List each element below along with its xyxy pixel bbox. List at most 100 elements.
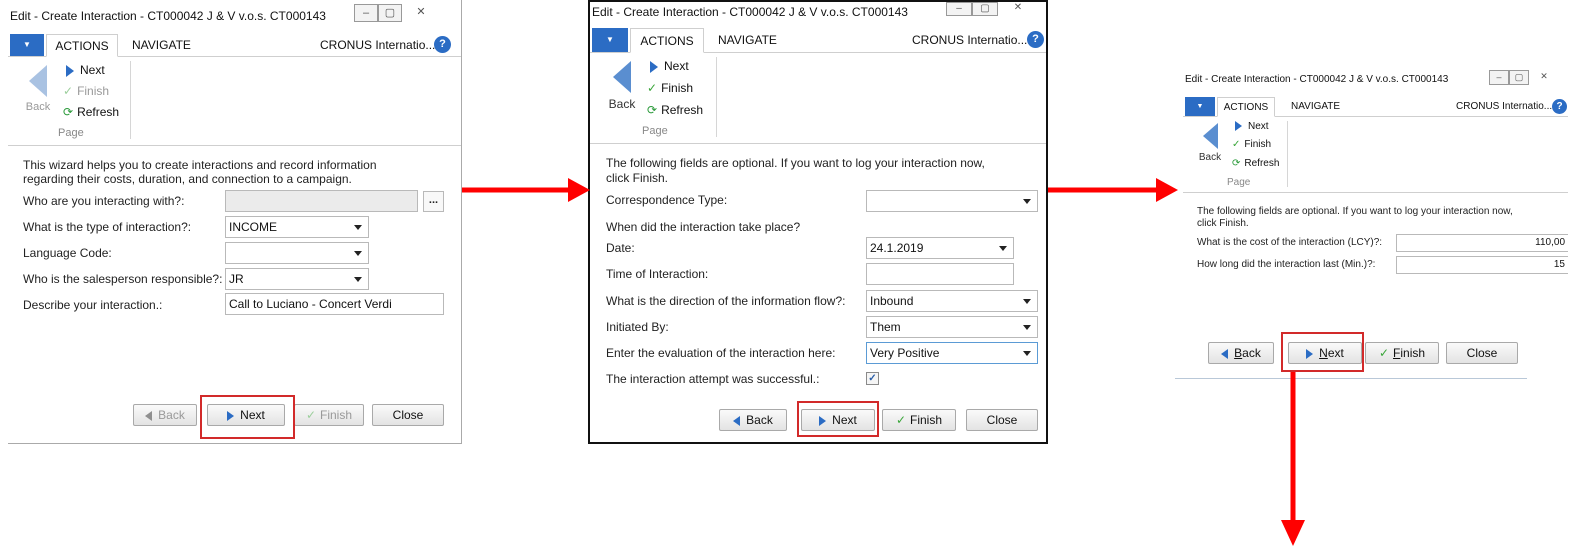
ribbon-finish[interactable]: ✓ Finish: [1232, 139, 1271, 150]
ribbon-next[interactable]: Next: [650, 59, 689, 73]
ribbon-finish[interactable]: ✓ Finish: [647, 81, 693, 95]
ribbon-group-page: Page: [642, 125, 668, 137]
ribbon-separator: [716, 57, 717, 137]
direction-select[interactable]: Inbound: [866, 290, 1038, 312]
close-icon[interactable]: ✕: [1529, 70, 1559, 85]
direction-value: Inbound: [870, 294, 914, 308]
highlight-next-step3: [1281, 332, 1364, 372]
check-icon: ✓: [1378, 346, 1390, 360]
menu-dropdown-button[interactable]: ▼: [592, 28, 628, 52]
ribbon: Back Next ✓ Finish ⟳ Refresh Page: [590, 53, 1046, 144]
ribbon-refresh-label: Refresh: [77, 105, 120, 119]
ribbon-group-page: Page: [58, 127, 84, 139]
tab-actions[interactable]: ACTIONS: [1217, 97, 1275, 117]
minimize-icon[interactable]: –: [1489, 70, 1509, 85]
ribbon-back-label: Back: [608, 97, 636, 111]
ribbon-finish-label: Finish: [77, 84, 110, 98]
duration-input[interactable]: 15: [1396, 256, 1568, 274]
chevron-down-icon: [354, 277, 362, 282]
wizard-intro: This wizard helps you to create interact…: [23, 158, 377, 186]
minimize-icon[interactable]: –: [354, 4, 378, 22]
highlight-next-step1: [200, 395, 295, 439]
wizard-window-step3: Edit - Create Interaction - CT000042 J &…: [1183, 66, 1568, 282]
ribbon-tabs: ▼ ACTIONS NAVIGATE CRONUS Internatio... …: [8, 34, 461, 57]
close-button[interactable]: Close: [966, 409, 1038, 431]
field-label-initiated-by: Initiated By:: [606, 320, 669, 334]
maximize-icon[interactable]: ▢: [1509, 70, 1529, 85]
ribbon-refresh[interactable]: ⟳ Refresh: [63, 105, 119, 119]
back-button-label: Back: [746, 413, 773, 427]
back-arrow-icon: [1202, 123, 1218, 149]
field-label-description: Describe your interaction.:: [23, 298, 163, 312]
maximize-icon[interactable]: ▢: [972, 2, 998, 16]
back-button[interactable]: Back: [1208, 342, 1274, 364]
description-input[interactable]: Call to Luciano - Concert Verdi: [225, 293, 444, 315]
ribbon-next[interactable]: Next: [66, 63, 105, 77]
tab-navigate[interactable]: NAVIGATE: [1291, 97, 1340, 116]
language-code-select[interactable]: [225, 242, 369, 264]
correspondence-type-select[interactable]: [866, 190, 1038, 212]
finish-button-label: Finish: [320, 408, 353, 422]
time-input[interactable]: [866, 263, 1014, 285]
back-mnemonic: B: [1234, 346, 1243, 360]
close-button[interactable]: Close: [372, 404, 444, 426]
salesperson-select[interactable]: JR: [225, 268, 369, 290]
successful-checkbox[interactable]: ✓: [866, 372, 879, 385]
ribbon-finish-label: Finish: [661, 81, 694, 95]
interacting-with-field[interactable]: [225, 190, 418, 212]
ribbon-finish: ✓ Finish: [63, 84, 109, 98]
initiated-by-select[interactable]: Them: [866, 316, 1038, 338]
arrow-step1-to-step2: [462, 178, 590, 202]
back-button: Back: [133, 404, 197, 426]
close-icon[interactable]: ✕: [402, 4, 440, 22]
help-icon[interactable]: ?: [1027, 31, 1044, 48]
company-name: CRONUS Internatio...: [912, 33, 1028, 47]
lookup-button[interactable]: ...: [423, 191, 444, 212]
ribbon-next-label: Next: [1248, 121, 1269, 132]
company-name: CRONUS Internatio...: [320, 38, 436, 52]
ribbon-refresh-label: Refresh: [1244, 158, 1280, 169]
next-icon: [650, 60, 658, 73]
help-icon[interactable]: ?: [434, 36, 451, 53]
close-button[interactable]: Close: [1446, 342, 1518, 364]
arrow-step3-down: [1281, 372, 1305, 546]
window-controls: – ▢ ✕: [946, 2, 1038, 16]
ribbon-back: Back: [604, 61, 640, 111]
maximize-icon[interactable]: ▢: [378, 4, 402, 22]
tab-actions[interactable]: ACTIONS: [46, 34, 118, 57]
cost-input[interactable]: 110,00: [1396, 234, 1568, 252]
ribbon-separator: [1287, 121, 1288, 187]
chevron-down-icon: [1023, 299, 1031, 304]
field-label-time: Time of Interaction:: [606, 267, 709, 281]
field-label-duration: How long did the interaction last (Min.)…: [1197, 259, 1376, 270]
interaction-type-select[interactable]: INCOME: [225, 216, 369, 238]
menu-dropdown-button[interactable]: ▼: [1185, 97, 1215, 116]
tab-actions[interactable]: ACTIONS: [630, 28, 704, 53]
highlight-next-step2: [797, 401, 879, 437]
ribbon-refresh[interactable]: ⟳ Refresh: [647, 103, 703, 117]
window-controls: – ▢ ✕: [1489, 70, 1559, 85]
ribbon-next[interactable]: Next: [1235, 121, 1269, 132]
finish-button[interactable]: ✓ Finish: [1365, 342, 1439, 364]
evaluation-value: Very Positive: [870, 346, 940, 360]
close-icon[interactable]: ✕: [998, 2, 1038, 16]
tab-navigate[interactable]: NAVIGATE: [132, 34, 191, 56]
menu-dropdown-button[interactable]: ▼: [10, 34, 44, 56]
help-icon[interactable]: ?: [1552, 99, 1567, 114]
back-button-label: ack: [1242, 346, 1261, 360]
finish-button[interactable]: ✓ Finish: [882, 409, 956, 431]
initiated-by-value: Them: [870, 320, 901, 334]
next-icon: [66, 64, 74, 77]
ribbon-refresh[interactable]: ⟳ Refresh: [1232, 158, 1279, 169]
wizard-window-step1: Edit - Create Interaction - CT000042 J &…: [8, 0, 462, 444]
ribbon-next-label: Next: [80, 63, 105, 77]
evaluation-select[interactable]: Very Positive: [866, 342, 1038, 364]
ribbon-back: Back: [20, 65, 56, 113]
window-controls: – ▢ ✕: [354, 4, 440, 22]
back-button[interactable]: Back: [719, 409, 787, 431]
back-button-label: Back: [158, 408, 185, 422]
back-arrow-icon: [29, 65, 47, 97]
tab-navigate[interactable]: NAVIGATE: [718, 28, 777, 52]
minimize-icon[interactable]: –: [946, 2, 972, 16]
date-select[interactable]: 24.1.2019: [866, 237, 1014, 259]
